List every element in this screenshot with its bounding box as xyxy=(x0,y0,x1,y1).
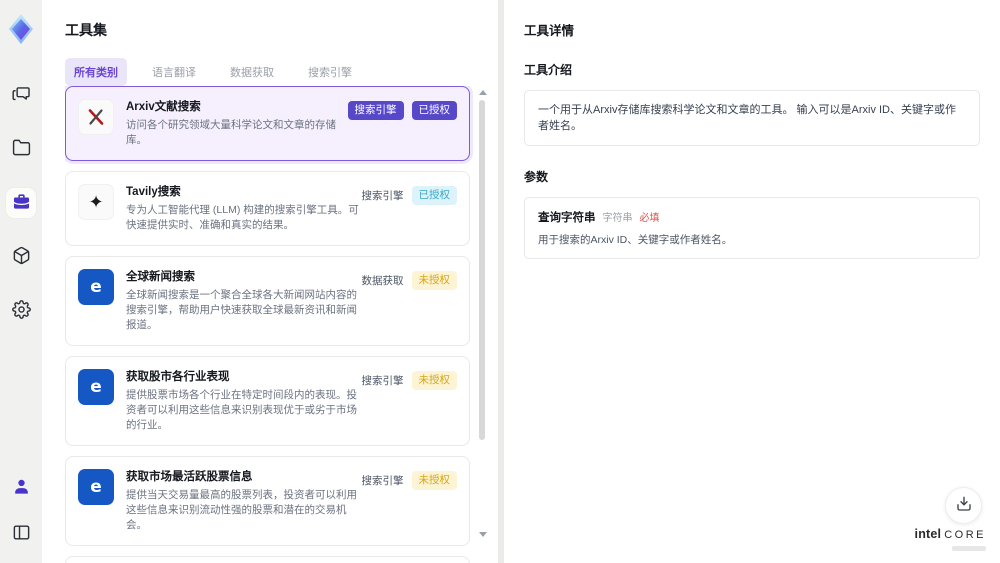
category-label: 搜索引擎 xyxy=(361,190,404,202)
gear-icon xyxy=(11,300,31,322)
blue-app-icon: e xyxy=(78,369,114,405)
tool-card-global-news[interactable]: e 全球新闻搜索 全球新闻搜索是一个聚合全球各大新闻网站内容的搜索引擎，帮助用户… xyxy=(65,256,470,346)
scroll-up-arrow-icon[interactable] xyxy=(479,90,487,95)
tab-data-fetching[interactable]: 数据获取 xyxy=(221,58,283,86)
sidebar-item-settings[interactable] xyxy=(6,296,36,326)
tool-card-arxiv[interactable]: Arxiv文献搜索 访问各个研究领域大量科学论文和文章的存储库。 搜索引擎 已授… xyxy=(65,86,470,161)
tool-card-active-stocks[interactable]: e 获取市场最活跃股票信息 提供当天交易量最高的股票列表，投资者可以利用这些信息… xyxy=(65,456,470,546)
tool-desc: 提供当天交易量最高的股票列表，投资者可以利用这些信息来识别流动性强的股票和潜在的… xyxy=(126,489,357,531)
intel-brand-text: intel xyxy=(914,527,942,541)
left-sidebar xyxy=(0,0,42,563)
tool-desc: 专为人工智能代理 (LLM) 构建的搜索引擎工具。可快速提供实时、准确和真实的结… xyxy=(126,204,359,231)
chat-icon xyxy=(11,84,31,106)
tool-card-regional-news[interactable]: 万维地区新闻查询 查询具体行政区划内的新闻，快速了解各地新闻动 搜索引擎 未授权 xyxy=(65,556,470,563)
params-heading: 参数 xyxy=(524,170,549,184)
user-profile-button[interactable] xyxy=(6,473,36,503)
intro-text: 一个用于从Arxiv存储库搜索科学论文和文章的工具。 输入可以是Arxiv ID… xyxy=(538,104,956,132)
sidebar-nav xyxy=(6,80,36,326)
scrollbar-thumb[interactable] xyxy=(479,100,485,440)
sidebar-item-tools[interactable] xyxy=(6,188,36,218)
sidebar-item-models[interactable] xyxy=(6,242,36,272)
intel-sub-mark xyxy=(952,546,986,551)
tool-desc: 全球新闻搜索是一个聚合全球各大新闻网站内容的搜索引擎，帮助用户快速获取全球最新资… xyxy=(126,289,357,331)
intro-heading: 工具介绍 xyxy=(524,63,573,77)
user-icon xyxy=(12,477,31,499)
sidebar-item-files[interactable] xyxy=(6,134,36,164)
tab-language-translation[interactable]: 语言翻译 xyxy=(143,58,205,86)
tool-desc: 提供股票市场各个行业在特定时间段内的表现。投资者可以利用这些信息来识别表现优于或… xyxy=(126,389,357,431)
sidebar-bottom xyxy=(6,473,36,549)
tool-name: Arxiv文献搜索 xyxy=(126,101,201,113)
tab-all-categories[interactable]: 所有类别 xyxy=(65,58,127,86)
tool-name: 获取股市各行业表现 xyxy=(126,371,230,383)
panel-icon xyxy=(12,523,31,545)
toolbox-icon xyxy=(12,192,31,214)
auth-badge: 未授权 xyxy=(411,271,457,290)
intro-box: 一个用于从Arxiv存储库搜索科学论文和文章的工具。 输入可以是Arxiv ID… xyxy=(524,90,980,146)
cube-icon xyxy=(12,246,31,268)
category-label: 搜索引擎 xyxy=(361,375,404,387)
sidebar-item-chat[interactable] xyxy=(6,80,36,110)
tool-desc: 访问各个研究领域大量科学论文和文章的存储库。 xyxy=(126,119,336,146)
tool-list: Arxiv文献搜索 访问各个研究领域大量科学论文和文章的存储库。 搜索引擎 已授… xyxy=(65,86,488,563)
intel-core-logo: intel core xyxy=(915,525,986,551)
blue-app-icon: e xyxy=(78,269,114,305)
param-type: 字符串 xyxy=(602,213,633,224)
core-brand-text: core xyxy=(944,529,986,541)
diamond-logo-icon[interactable] xyxy=(6,12,36,46)
category-tabs: 所有类别 语言翻译 数据获取 搜索引擎 xyxy=(65,58,498,86)
auth-badge: 已授权 xyxy=(411,101,457,120)
tool-name: 获取市场最活跃股票信息 xyxy=(126,471,253,483)
auth-badge: 已授权 xyxy=(411,186,457,205)
page-title: 工具集 xyxy=(65,22,107,38)
category-badge: 搜索引擎 xyxy=(347,101,404,120)
param-name: 查询字符串 xyxy=(538,212,596,224)
tool-card-tavily[interactable]: ✦ Tavily搜索 专为人工智能代理 (LLM) 构建的搜索引擎工具。可快速提… xyxy=(65,171,470,246)
auth-badge: 未授权 xyxy=(411,371,457,390)
category-label: 搜索引擎 xyxy=(361,475,404,487)
tab-search-engine[interactable]: 搜索引擎 xyxy=(299,58,361,86)
auth-badge: 未授权 xyxy=(411,471,457,490)
tool-card-sector-performance[interactable]: e 获取股市各行业表现 提供股票市场各个行业在特定时间段内的表现。投资者可以利用… xyxy=(65,356,470,446)
folder-icon xyxy=(12,138,31,160)
blue-app-icon: e xyxy=(78,469,114,505)
scroll-down-arrow-icon[interactable] xyxy=(479,532,487,537)
tools-panel: 工具集 所有类别 语言翻译 数据获取 搜索引擎 Arxiv文献搜索 访问各个研究… xyxy=(42,0,498,563)
tool-name: 全球新闻搜索 xyxy=(126,271,195,283)
tool-detail-panel: 工具详情 工具介绍 一个用于从Arxiv存储库搜索科学论文和文章的工具。 输入可… xyxy=(498,0,1000,563)
list-scrollbar[interactable] xyxy=(478,88,487,559)
arxiv-logo-icon xyxy=(78,99,114,135)
tool-name: Tavily搜索 xyxy=(126,186,181,198)
download-button[interactable] xyxy=(945,487,982,524)
param-box: 查询字符串 字符串 必填 用于搜索的Arxiv ID、关键字或作者姓名。 xyxy=(524,197,980,259)
detail-title: 工具详情 xyxy=(524,24,575,38)
category-label: 数据获取 xyxy=(361,275,404,287)
app-window: 工具集 所有类别 语言翻译 数据获取 搜索引擎 Arxiv文献搜索 访问各个研究… xyxy=(0,0,1000,563)
download-icon xyxy=(955,495,973,516)
tavily-star-icon: ✦ xyxy=(78,184,114,220)
param-required-flag: 必填 xyxy=(639,213,660,224)
param-desc: 用于搜索的Arxiv ID、关键字或作者姓名。 xyxy=(538,234,733,246)
collapse-panel-button[interactable] xyxy=(6,519,36,549)
